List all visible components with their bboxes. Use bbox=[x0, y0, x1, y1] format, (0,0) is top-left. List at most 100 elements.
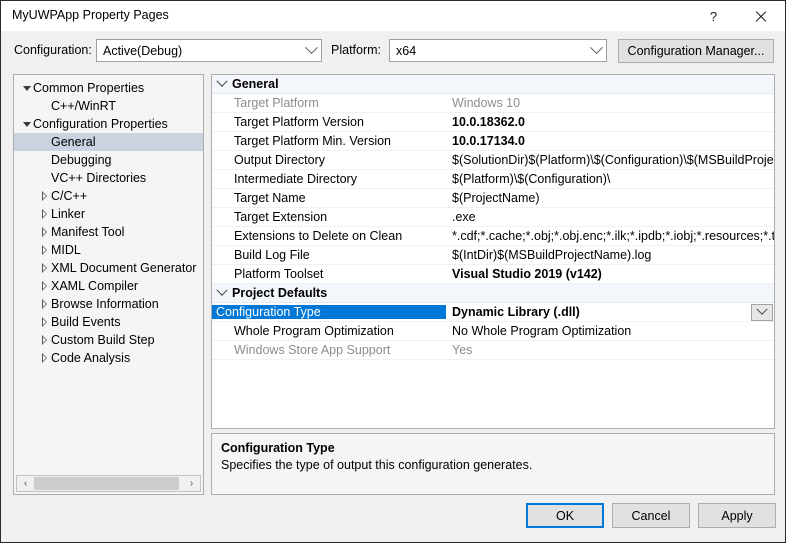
tree-item-debugging[interactable]: Debugging bbox=[14, 151, 203, 169]
triangle-right-icon[interactable] bbox=[38, 281, 51, 291]
property-name: Target Platform Min. Version bbox=[234, 134, 392, 148]
triangle-right-icon[interactable] bbox=[38, 335, 51, 345]
grid-section-general[interactable]: General bbox=[212, 75, 774, 94]
tree-item-label: Code Analysis bbox=[51, 351, 131, 365]
triangle-right-icon[interactable] bbox=[38, 299, 51, 309]
property-value[interactable]: Yes bbox=[446, 343, 774, 357]
tree-item-configuration-properties[interactable]: Configuration Properties bbox=[14, 115, 203, 133]
property-name: Windows Store App Support bbox=[234, 343, 391, 357]
tree-item-label: MIDL bbox=[51, 243, 81, 257]
platform-value: x64 bbox=[396, 43, 417, 58]
tree-item-browse-information[interactable]: Browse Information bbox=[14, 295, 203, 313]
triangle-right-icon[interactable] bbox=[38, 353, 51, 363]
scrollbar-track[interactable] bbox=[34, 476, 183, 491]
chevron-down-icon bbox=[586, 41, 606, 55]
grid-row-platform-toolset[interactable]: Platform Toolset Visual Studio 2019 (v142… bbox=[212, 265, 774, 284]
tree-item-vc-directories[interactable]: VC++ Directories bbox=[14, 169, 203, 187]
property-name: Extensions to Delete on Clean bbox=[234, 229, 403, 243]
tree-horizontal-scrollbar[interactable]: ‹ › bbox=[16, 475, 201, 492]
triangle-down-icon[interactable] bbox=[20, 85, 33, 91]
grid-row-whole-program-optimization[interactable]: Whole Program Optimization No Whole Progr… bbox=[212, 322, 774, 341]
property-name: Target Platform bbox=[234, 96, 319, 110]
tree-item-xml-document-generator[interactable]: XML Document Generator bbox=[14, 259, 203, 277]
property-value[interactable]: Visual Studio 2019 (v142) bbox=[446, 267, 774, 281]
grid-row-target-extension[interactable]: Target Extension .exe bbox=[212, 208, 774, 227]
grid-row-target-platform-min-version[interactable]: Target Platform Min. Version 10.0.17134.0 bbox=[212, 132, 774, 151]
tree-item-common-properties[interactable]: Common Properties bbox=[14, 79, 203, 97]
triangle-right-icon[interactable] bbox=[38, 209, 51, 219]
triangle-right-icon[interactable] bbox=[38, 263, 51, 273]
grid-row-build-log-file[interactable]: Build Log File $(IntDir)$(MSBuildProjectN… bbox=[212, 246, 774, 265]
chevron-down-icon[interactable] bbox=[212, 284, 232, 297]
grid-row-windows-store-app-support[interactable]: Windows Store App Support Yes bbox=[212, 341, 774, 360]
tree-item-label: General bbox=[51, 135, 96, 149]
dialog-footer: OK Cancel Apply bbox=[1, 496, 785, 542]
chevron-down-icon[interactable] bbox=[751, 303, 773, 321]
grid-section-project-defaults[interactable]: Project Defaults bbox=[212, 284, 774, 303]
platform-select[interactable]: x64 bbox=[389, 39, 607, 62]
property-value[interactable]: $(ProjectName) bbox=[446, 191, 774, 205]
property-value[interactable]: $(Platform)\$(Configuration)\ bbox=[446, 172, 774, 186]
ok-button[interactable]: OK bbox=[526, 503, 604, 528]
properties-tree: Common Properties C++/WinRT Configuration … bbox=[13, 74, 204, 495]
help-icon[interactable]: ? bbox=[691, 1, 736, 31]
grid-row-target-platform[interactable]: Target Platform Windows 10 bbox=[212, 94, 774, 113]
property-name: Target Platform Version bbox=[234, 115, 364, 129]
tree-item-label: XAML Compiler bbox=[51, 279, 139, 293]
chevron-down-icon bbox=[301, 41, 321, 55]
cancel-button[interactable]: Cancel bbox=[612, 503, 690, 528]
tree-item-general[interactable]: General bbox=[14, 133, 203, 151]
tree-item-c-winrt[interactable]: C++/WinRT bbox=[14, 97, 203, 115]
tree-item-code-analysis[interactable]: Code Analysis bbox=[14, 349, 203, 367]
tree-item-label: Browse Information bbox=[51, 297, 159, 311]
property-value[interactable]: $(IntDir)$(MSBuildProjectName).log bbox=[446, 248, 774, 262]
tree-item-midl[interactable]: MIDL bbox=[14, 241, 203, 259]
description-text: Specifies the type of output this config… bbox=[221, 458, 533, 472]
description-title: Configuration Type bbox=[221, 441, 335, 455]
chevron-down-icon[interactable] bbox=[212, 75, 232, 88]
tree-item-build-events[interactable]: Build Events bbox=[14, 313, 203, 331]
scrollbar-thumb[interactable] bbox=[34, 477, 179, 490]
tree-item-c-c[interactable]: C/C++ bbox=[14, 187, 203, 205]
apply-button[interactable]: Apply bbox=[698, 503, 776, 528]
triangle-right-icon[interactable] bbox=[38, 317, 51, 327]
scroll-right-icon[interactable]: › bbox=[183, 476, 200, 491]
tree-item-linker[interactable]: Linker bbox=[14, 205, 203, 223]
close-glyph bbox=[754, 10, 767, 23]
tree-item-label: Debugging bbox=[51, 153, 112, 167]
grid-row-extensions-to-delete-on-clean[interactable]: Extensions to Delete on Clean *.cdf;*.cac… bbox=[212, 227, 774, 246]
scroll-left-icon[interactable]: ‹ bbox=[17, 476, 34, 491]
property-value[interactable]: 10.0.17134.0 bbox=[446, 134, 774, 148]
configuration-select[interactable]: Active(Debug) bbox=[96, 39, 322, 62]
triangle-right-icon[interactable] bbox=[38, 227, 51, 237]
tree-item-manifest-tool[interactable]: Manifest Tool bbox=[14, 223, 203, 241]
tree-item-label: Manifest Tool bbox=[51, 225, 125, 239]
title-bar: MyUWPApp Property Pages ? bbox=[1, 1, 785, 31]
tree-item-label: Configuration Properties bbox=[33, 117, 168, 131]
property-value[interactable]: Windows 10 bbox=[446, 96, 774, 110]
configuration-manager-button[interactable]: Configuration Manager... bbox=[618, 39, 774, 63]
platform-label: Platform: bbox=[331, 43, 382, 57]
tree-item-label: XML Document Generator bbox=[51, 261, 197, 275]
triangle-down-icon[interactable] bbox=[20, 121, 33, 127]
property-value[interactable]: No Whole Program Optimization bbox=[446, 324, 774, 338]
grid-row-target-platform-version[interactable]: Target Platform Version 10.0.18362.0 bbox=[212, 113, 774, 132]
tree-item-label: Common Properties bbox=[33, 81, 145, 95]
property-value[interactable]: *.cdf;*.cache;*.obj;*.obj.enc;*.ilk;*.ip… bbox=[446, 229, 774, 243]
tree-item-xaml-compiler[interactable]: XAML Compiler bbox=[14, 277, 203, 295]
property-name: Platform Toolset bbox=[234, 267, 324, 281]
grid-row-target-name[interactable]: Target Name $(ProjectName) bbox=[212, 189, 774, 208]
property-value[interactable]: $(SolutionDir)$(Platform)\$(Configuratio… bbox=[446, 153, 774, 167]
triangle-right-icon[interactable] bbox=[38, 191, 51, 201]
grid-row-intermediate-directory[interactable]: Intermediate Directory $(Platform)\$(Conf… bbox=[212, 170, 774, 189]
close-icon[interactable] bbox=[738, 1, 783, 31]
triangle-right-icon[interactable] bbox=[38, 245, 51, 255]
tree-item-custom-build-step[interactable]: Custom Build Step bbox=[14, 331, 203, 349]
property-value[interactable]: 10.0.18362.0 bbox=[446, 115, 774, 129]
grid-row-configuration-type[interactable]: Configuration Type Dynamic Library (.dll) bbox=[212, 303, 774, 322]
property-value[interactable]: .exe bbox=[446, 210, 774, 224]
property-value[interactable]: Dynamic Library (.dll) bbox=[446, 305, 751, 319]
property-name: Intermediate Directory bbox=[234, 172, 357, 186]
grid-row-output-directory[interactable]: Output Directory $(SolutionDir)$(Platform… bbox=[212, 151, 774, 170]
property-name: Output Directory bbox=[234, 153, 326, 167]
